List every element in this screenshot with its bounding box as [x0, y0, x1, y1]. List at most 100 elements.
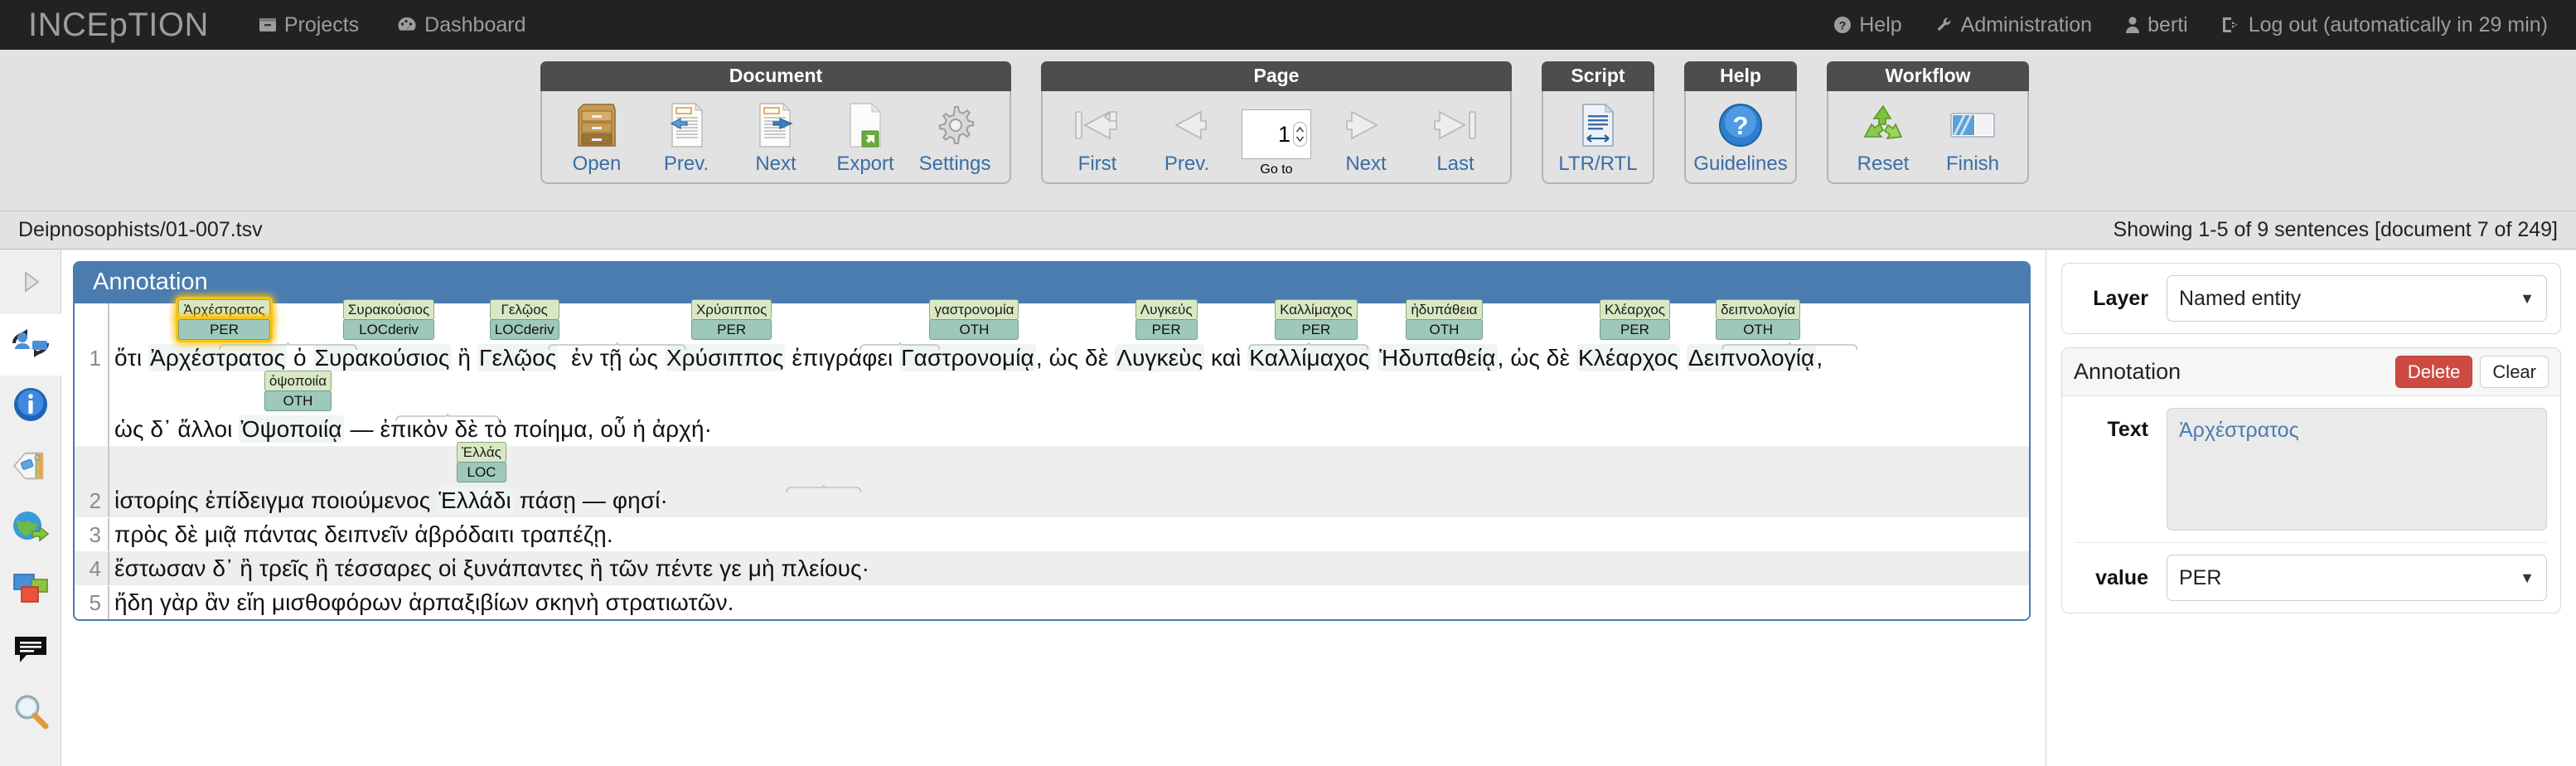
plain-text-span: καὶ	[1204, 345, 1248, 371]
sentence-text[interactable]: ἱστορίης ἐπίδειγμα ποιούμενος Ἑλλάδι πάσ…	[114, 484, 2029, 517]
sentence-body[interactable]: ὀψοποιία OTH ὡς δ᾽ ἄλλοι Ὀψοποιίᾳ — ἐπικὸν…	[108, 371, 2029, 446]
help-guidelines-button[interactable]: ? Guidelines	[1693, 98, 1788, 177]
sentence-text[interactable]: ἔστωσαν δ᾽ ἢ τρεῖς ἢ τέσσαρες οἱ ξυνάπαν…	[114, 552, 2029, 585]
sentence-row[interactable]: 5 ἤδη γὰρ ἂν εἴη μισθοφόρων ἁρπαξιβίων σκ…	[75, 585, 2029, 619]
curation-sync-button[interactable]	[0, 314, 61, 376]
sentence-row[interactable]: 1 Ἀρχέστρατος PER Συρακούσιος LOCderiv Γελῷος…	[75, 299, 2029, 375]
page-prev-button[interactable]: Prev.	[1144, 98, 1230, 177]
annotation-text-value[interactable]: Ἀρχέστρατος	[2167, 408, 2547, 531]
nav-link-user[interactable]: berti	[2125, 13, 2188, 37]
layer-select[interactable]: Named entity ▼	[2167, 275, 2547, 322]
nav-link-projects[interactable]: Projects	[259, 13, 359, 37]
annotation-canvas[interactable]: 1 Ἀρχέστρατος PER Συρακούσιος LOCderiv Γελῷος…	[75, 299, 2029, 619]
annotation-editor-wrap: Annotation 1 Ἀρχέστρατος PER Συρακούσιος LOC…	[61, 250, 2046, 766]
page-spinner[interactable]	[1293, 122, 1307, 147]
value-field-label: value	[2095, 565, 2148, 589]
entity-label-stack[interactable]: ἡδυπάθεια OTH	[1406, 299, 1483, 340]
toolbar-group-page: Page First Prev. 1 Go to Next Last	[1041, 61, 1512, 184]
entity-label-stack[interactable]: γαστρονομία OTH	[929, 299, 1858, 351]
sentence-body[interactable]: Ἀρχέστρατος PER Συρακούσιος LOCderiv Γελῷος L…	[108, 299, 2029, 375]
script-ltr-rtl-button[interactable]: LTR/RTL	[1555, 98, 1641, 177]
page-goto-control[interactable]: 1 Go to	[1233, 109, 1319, 177]
entity-label-stack[interactable]: Λυγκεύς PER	[1135, 299, 1198, 340]
info-button[interactable]	[0, 376, 61, 437]
sentence-body[interactable]: ἤδη γὰρ ἂν εἴη μισθοφόρων ἁρπαξιβίων σκη…	[108, 586, 2029, 619]
value-select[interactable]: PER ▼	[2167, 555, 2547, 602]
delete-button[interactable]: Delete	[2394, 356, 2473, 389]
entity-brace	[219, 340, 358, 351]
page-number-input[interactable]: 1	[1242, 109, 1311, 159]
layer-card: Layer Named entity ▼	[2061, 263, 2561, 334]
plain-text-span: ὡς δ᾽ ἄλλοι	[114, 416, 240, 442]
sentence-body[interactable]: Ἑλλάς LOC ἱστορίης ἐπίδειγμα ποιούμενος Ἑλ…	[108, 442, 2029, 517]
clear-button[interactable]: Clear	[2480, 356, 2549, 389]
plain-text-span: ἢ	[451, 345, 477, 371]
page-last-button[interactable]: Last	[1412, 98, 1499, 177]
entity-label-stack[interactable]: Ἑλλάς LOC	[457, 442, 862, 493]
nav-link-dashboard[interactable]: Dashboard	[397, 13, 525, 37]
sentence-row[interactable]: 3 πρὸς δὲ μιᾷ πάντας δειπνεῖν ἁβρόδαιτι τ…	[75, 517, 2029, 551]
tags-button[interactable]	[0, 437, 61, 498]
sentence-body[interactable]: ἔστωσαν δ᾽ ἢ τρεῖς ἢ τέσσαρες οἱ ξυνάπαν…	[108, 552, 2029, 585]
document-open-label: Open	[572, 153, 622, 175]
workflow-reset-label: Reset	[1857, 153, 1910, 175]
entity-label-stack[interactable]: Συρακούσιος LOCderiv	[342, 299, 687, 351]
entity-label-stack[interactable]: Γελῷος LOCderiv	[489, 299, 940, 351]
sentence-row[interactable]: 2 Ἑλλάς LOC ἱστορίης ἐπίδειγμα ποιούμενος Ἑ…	[75, 442, 2029, 517]
page-last-label: Last	[1436, 153, 1474, 175]
app-logo[interactable]: INCEpTION	[28, 7, 209, 44]
sentence-body[interactable]: πρὸς δὲ μιᾷ πάντας δειπνεῖν ἁβρόδαιτι τρ…	[108, 518, 2029, 551]
finish-icon	[1949, 99, 1997, 151]
document-open-button[interactable]: Open	[554, 98, 640, 177]
entity-label-stack[interactable]: ὀψοποιία OTH	[264, 371, 501, 422]
document-export-button[interactable]: Export	[822, 98, 908, 177]
nav-link-help[interactable]: ? Help	[1833, 13, 1902, 37]
question-circle-icon: ?	[1717, 99, 1764, 151]
entity-span[interactable]: Ἑλλάδι	[437, 487, 513, 514]
document-prev-label: Prev.	[663, 153, 709, 175]
document-settings-label: Settings	[918, 153, 991, 175]
document-next-button[interactable]: Next	[733, 98, 819, 177]
toolbar-group-page-title: Page	[1041, 61, 1512, 91]
entity-brace	[1721, 340, 1858, 351]
document-prev-button[interactable]: Prev.	[643, 98, 729, 177]
sentence-number: 5	[89, 590, 101, 615]
entity-label-text: Ἑλλάς	[457, 442, 506, 463]
entity-span[interactable]: Λυγκεὺς	[1115, 344, 1205, 371]
workflow-finish-button[interactable]: Finish	[1930, 98, 2016, 177]
sentence-number: 2	[89, 488, 101, 513]
document-settings-button[interactable]: Settings	[912, 98, 998, 177]
expand-panel-button[interactable]	[0, 253, 61, 314]
layer-select-value: Named entity	[2179, 286, 2302, 310]
entity-label-stack[interactable]: δειπνολογία OTH	[1716, 299, 1801, 340]
page-next-label: Next	[1345, 153, 1387, 175]
entity-label-stack[interactable]: Κλέαρχος PER	[1599, 299, 1670, 340]
entity-label-text: Συρακούσιος	[342, 299, 435, 320]
entity-span[interactable]: Κλέαρχος	[1576, 344, 1681, 371]
sentence-text[interactable]: πρὸς δὲ μιᾷ πάντας δειπνεῖν ἁβρόδαιτι τρ…	[114, 518, 2029, 551]
entity-span[interactable]: Ὀψοποιίᾳ	[239, 415, 344, 443]
search-button[interactable]	[0, 682, 61, 744]
info-icon	[12, 386, 49, 427]
annotation-editor: Annotation 1 Ἀρχέστρατος PER Συρακούσιος LOC…	[73, 261, 2031, 621]
nav-link-logout[interactable]: Log out (automatically in 29 min)	[2221, 13, 2548, 37]
entity-label-stack-selected[interactable]: Ἀρχέστρατος PER	[178, 299, 358, 351]
comment-button[interactable]	[0, 621, 61, 682]
sentence-row[interactable]: ὀψοποιία OTH ὡς δ᾽ ἄλλοι Ὀψοποιίᾳ — ἐπικὸν…	[75, 371, 2029, 446]
workflow-reset-button[interactable]: Reset	[1840, 98, 1926, 177]
layers-button[interactable]	[0, 560, 61, 621]
sentence-row[interactable]: 4 ἔστωσαν δ᾽ ἢ τρεῖς ἢ τέσσαρες οἱ ξυνάπα…	[75, 551, 2029, 585]
page-first-button[interactable]: First	[1054, 98, 1140, 177]
nav-link-administration[interactable]: Administration	[1935, 13, 2092, 37]
next-page-icon	[1340, 99, 1392, 151]
plain-text-span: πρὸς δὲ μιᾷ πάντας δειπνεῖν ἁβρόδαιτι τρ…	[114, 521, 613, 547]
entity-span[interactable]: Ἡδυπαθείᾳ	[1378, 344, 1498, 371]
entity-label-stack[interactable]: Χρύσιππος PER	[690, 299, 1369, 351]
entity-label-type: PER	[178, 319, 270, 340]
plain-text-span: ὅτι	[114, 345, 149, 371]
entity-label-stack[interactable]: Καλλίμαχος PER	[1275, 299, 1358, 340]
sentence-text[interactable]: ἤδη γὰρ ἂν εἴη μισθοφόρων ἁρπαξιβίων σκη…	[114, 586, 2029, 619]
page-next-button[interactable]: Next	[1323, 98, 1409, 177]
globe-export-button[interactable]	[0, 498, 61, 560]
entity-span[interactable]: Γελῷος	[477, 344, 559, 371]
